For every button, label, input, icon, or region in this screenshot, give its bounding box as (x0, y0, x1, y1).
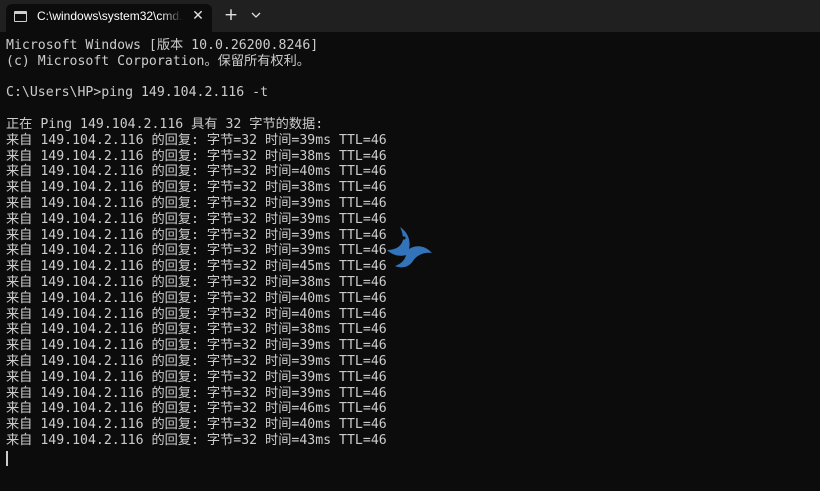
new-tab-button[interactable]: + (221, 5, 241, 25)
terminal-line: 来自 149.104.2.116 的回复: 字节=32 时间=40ms TTL=… (6, 164, 387, 180)
terminal-line: 来自 149.104.2.116 的回复: 字节=32 时间=39ms TTL=… (6, 385, 387, 401)
text-cursor (6, 450, 8, 466)
terminal-icon (14, 11, 27, 22)
terminal-line: 来自 149.104.2.116 的回复: 字节=32 时间=39ms TTL=… (6, 132, 387, 148)
tab-cmd[interactable]: C:\windows\system32\cmd.exe ✕ (6, 4, 212, 32)
terminal-line: 正在 Ping 149.104.2.116 具有 32 字节的数据: (6, 116, 324, 132)
chevron-down-icon (251, 12, 261, 18)
close-tab-button[interactable]: ✕ (189, 7, 207, 25)
close-icon: ✕ (192, 8, 204, 24)
terminal-line: 来自 149.104.2.116 的回复: 字节=32 时间=40ms TTL=… (6, 290, 387, 306)
tab-title: C:\windows\system32\cmd.exe (37, 9, 183, 23)
plus-icon: + (223, 5, 239, 25)
terminal-line: 来自 149.104.2.116 的回复: 字节=32 时间=39ms TTL=… (6, 338, 387, 354)
terminal-line: Microsoft Windows [版本 10.0.26200.8246] (6, 38, 319, 53)
terminal-line: C:\Users\HP>ping 149.104.2.116 -t (6, 85, 269, 101)
bird-logo-icon (387, 227, 432, 268)
terminal-line: 来自 149.104.2.116 的回复: 字节=32 时间=38ms TTL=… (6, 180, 387, 196)
title-bar: C:\windows\system32\cmd.exe ✕ + (0, 0, 820, 32)
terminal-line: 来自 149.104.2.116 的回复: 字节=32 时间=40ms TTL=… (6, 417, 387, 433)
terminal-line: 来自 149.104.2.116 的回复: 字节=32 时间=39ms TTL=… (6, 195, 387, 211)
terminal-line: 来自 149.104.2.116 的回复: 字节=32 时间=40ms TTL=… (6, 306, 387, 322)
terminal-line: 来自 149.104.2.116 的回复: 字节=32 时间=38ms TTL=… (6, 148, 387, 164)
terminal-line: (c) Microsoft Corporation。保留所有权利。 (6, 53, 310, 69)
tab-dropdown-button[interactable] (247, 6, 265, 24)
terminal-line: 来自 149.104.2.116 的回复: 字节=32 时间=38ms TTL=… (6, 274, 387, 290)
terminal-line: 来自 149.104.2.116 的回复: 字节=32 时间=39ms TTL=… (6, 369, 387, 385)
cmd-window: C:\windows\system32\cmd.exe ✕ + Microsof… (0, 0, 820, 491)
terminal-line: 来自 149.104.2.116 的回复: 字节=32 时间=39ms TTL=… (6, 353, 387, 369)
terminal-line: 来自 149.104.2.116 的回复: 字节=32 时间=43ms TTL=… (6, 432, 387, 448)
terminal-line: 来自 149.104.2.116 的回复: 字节=32 时间=38ms TTL=… (6, 322, 387, 338)
terminal-line: 来自 149.104.2.116 的回复: 字节=32 时间=46ms TTL=… (6, 401, 387, 417)
